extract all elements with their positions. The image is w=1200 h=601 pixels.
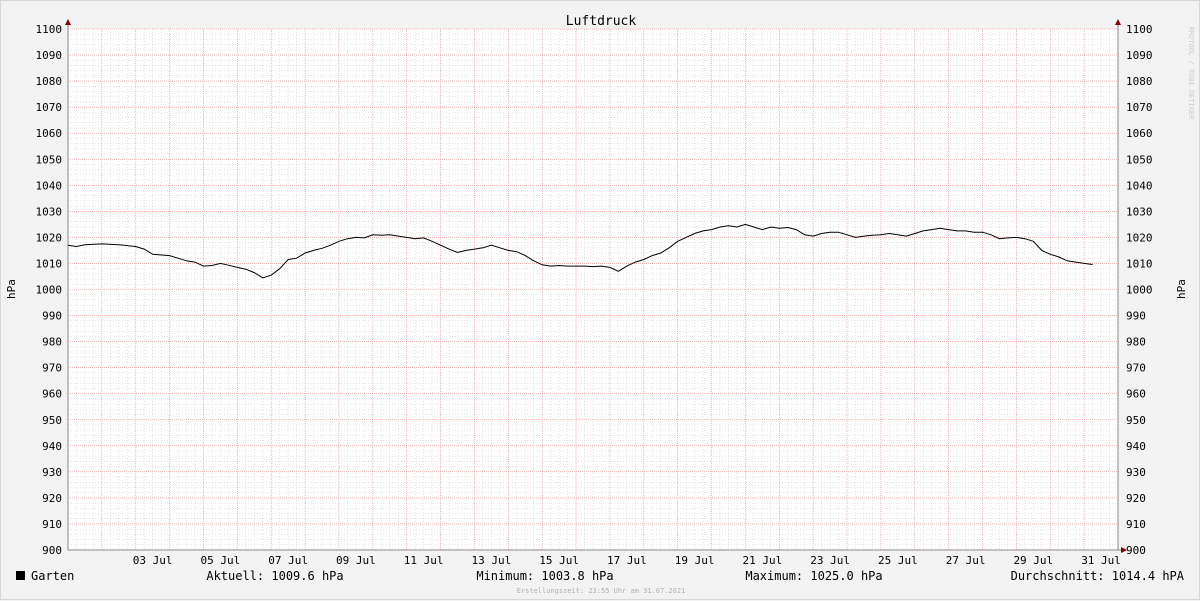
y-tick-label: 900 — [1126, 544, 1146, 557]
x-tick-label: 09 Jul — [336, 554, 376, 567]
y-tick-labels-right: 900 910 920 930 940 950 960 970 980 990 1000 1010 10… — [1126, 23, 1153, 557]
y-tick-label: 910 — [42, 518, 62, 531]
y-tick-label: 1030 — [36, 205, 63, 218]
x-tick-label: 17 Jul — [607, 554, 647, 567]
y-tick-label: 940 — [42, 440, 62, 453]
x-tick-label: 23 Jul — [810, 554, 850, 567]
y-tick-label: 1090 — [36, 49, 63, 62]
y-tick-label: 1050 — [36, 153, 63, 166]
x-tick-label: 25 Jul — [878, 554, 918, 567]
y-tick-label: 1040 — [1126, 179, 1153, 192]
x-tick-label: 07 Jul — [268, 554, 308, 567]
y-tick-label: 1050 — [1126, 153, 1153, 166]
y-tick-label: 1030 — [1126, 205, 1153, 218]
y-tick-label: 930 — [42, 466, 62, 479]
y-tick-labels-left: 900 910 920 930 940 950 960 970 980 990 1000 1010 10… — [36, 23, 63, 557]
y-tick-label: 1060 — [36, 127, 63, 140]
footer-created: Erstellungszeit: 23:55 Uhr am 31.07.2021 — [517, 587, 686, 595]
y-tick-label: 930 — [1126, 466, 1146, 479]
y-tick-label: 1020 — [36, 231, 63, 244]
y-tick-label: 1010 — [36, 257, 63, 270]
y-tick-label: 1100 — [1126, 23, 1153, 36]
y-tick-label: 1090 — [1126, 49, 1153, 62]
y-tick-label: 950 — [1126, 414, 1146, 427]
y-tick-label: 990 — [42, 310, 62, 323]
watermark: RRDTOOL / TOBI OETIKER — [1187, 27, 1195, 121]
legend-swatch — [16, 571, 25, 580]
y-tick-label: 990 — [1126, 310, 1146, 323]
y-tick-label: 1100 — [36, 23, 63, 36]
y-tick-label: 960 — [1126, 388, 1146, 401]
legend-series-name: Garten — [31, 569, 74, 583]
x-tick-label: 31 Jul — [1081, 554, 1121, 567]
y-tick-label: 1080 — [36, 75, 63, 88]
x-tick-label: 13 Jul — [472, 554, 512, 567]
chart-window: 900 910 920 930 940 950 960 970 980 990 1000 1010 10… — [0, 0, 1200, 600]
y-tick-label: 1040 — [36, 179, 63, 192]
y-tick-label: 1020 — [1126, 231, 1153, 244]
x-tick-label: 03 Jul — [133, 554, 173, 567]
legend-average: Durchschnitt: 1014.4 hPA — [1011, 569, 1185, 583]
y-axis-label-right: hPa — [1175, 279, 1188, 299]
y-axis-arrow-left — [65, 19, 71, 25]
y-tick-label: 950 — [42, 414, 62, 427]
y-tick-label: 1010 — [1126, 257, 1153, 270]
legend-minimum: Minimum: 1003.8 hPa — [476, 569, 613, 583]
x-tick-label: 11 Jul — [404, 554, 444, 567]
y-tick-label: 1060 — [1126, 127, 1153, 140]
y-tick-label: 980 — [42, 336, 62, 349]
chart-title: Luftdruck — [566, 14, 637, 29]
y-tick-label: 1000 — [1126, 284, 1153, 297]
y-tick-label: 940 — [1126, 440, 1146, 453]
legend-current: Aktuell: 1009.6 hPa — [206, 569, 343, 583]
y-tick-label: 1070 — [36, 101, 63, 114]
x-tick-label: 21 Jul — [742, 554, 782, 567]
x-tick-label: 19 Jul — [675, 554, 715, 567]
y-tick-label: 900 — [42, 544, 62, 557]
y-tick-label: 970 — [1126, 362, 1146, 375]
y-axis-label-left: hPa — [5, 279, 18, 299]
y-tick-label: 980 — [1126, 336, 1146, 349]
y-tick-label: 1070 — [1126, 101, 1153, 114]
y-tick-label: 1000 — [36, 284, 63, 297]
legend-maximum: Maximum: 1025.0 hPa — [745, 569, 882, 583]
x-tick-label: 27 Jul — [946, 554, 986, 567]
x-tick-labels: 03 Jul 05 Jul 07 Jul 09 Jul 11 Jul 13 Jul 15 J… — [133, 554, 1121, 567]
y-tick-label: 1080 — [1126, 75, 1153, 88]
pressure-chart: 900 910 920 930 940 950 960 970 980 990 1000 1010 10… — [5, 14, 1195, 595]
x-tick-label: 15 Jul — [539, 554, 579, 567]
y-tick-label: 960 — [42, 388, 62, 401]
y-tick-label: 920 — [42, 492, 62, 505]
y-axis-arrow-right — [1115, 19, 1121, 25]
x-tick-label: 29 Jul — [1013, 554, 1053, 567]
x-tick-label: 05 Jul — [201, 554, 241, 567]
y-tick-label: 910 — [1126, 518, 1146, 531]
y-tick-label: 920 — [1126, 492, 1146, 505]
y-tick-label: 970 — [42, 362, 62, 375]
